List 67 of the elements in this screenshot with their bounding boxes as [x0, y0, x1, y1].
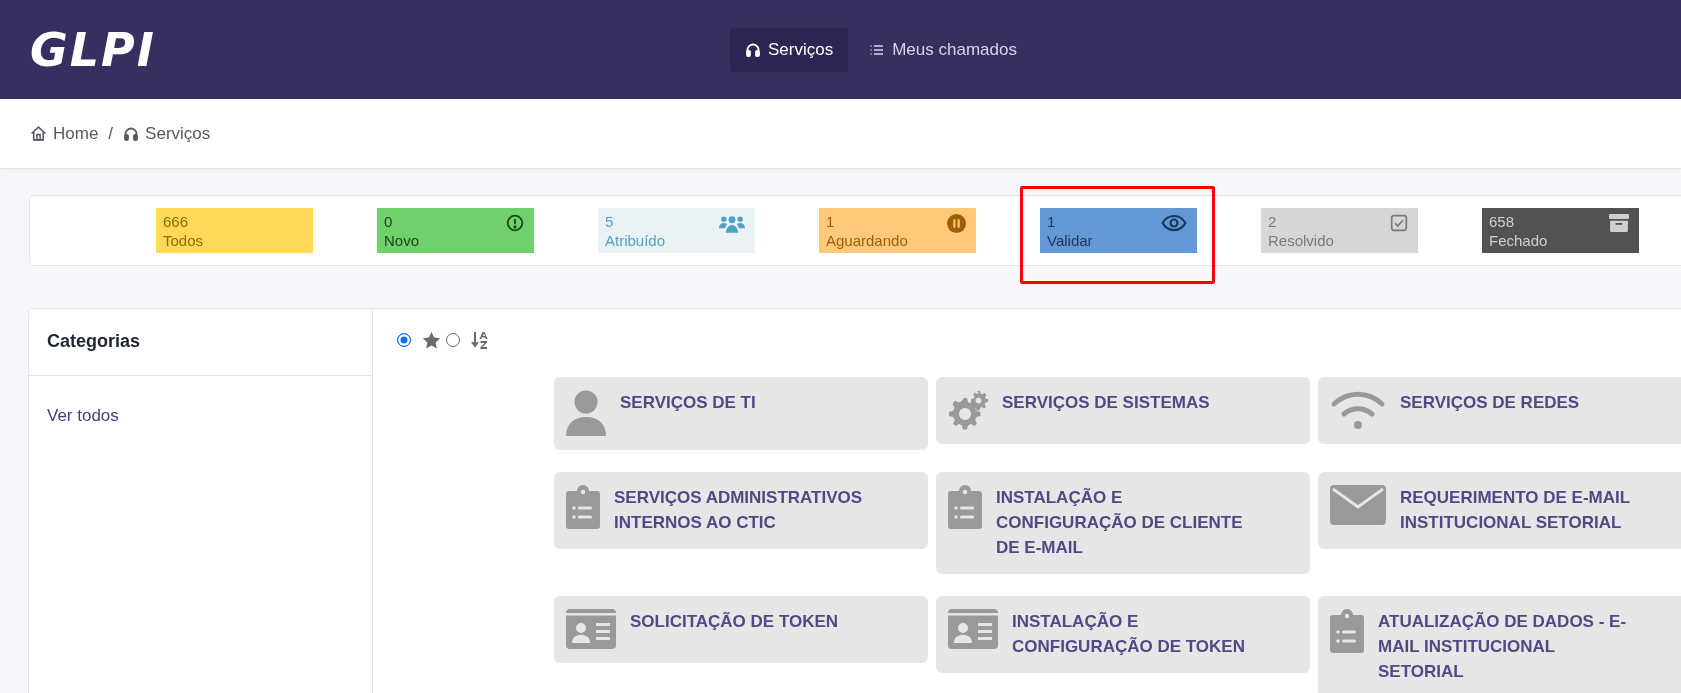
- sort-alpha-icon: [471, 331, 489, 349]
- pause-icon: [947, 214, 966, 233]
- wifi-icon: [1330, 390, 1386, 430]
- clipboard-list-icon: [566, 485, 600, 529]
- counter-label: Aguardando: [826, 231, 908, 250]
- status-counter[interactable]: 1 Validar: [1040, 208, 1197, 253]
- status-counter[interactable]: 666 Todos: [156, 208, 313, 253]
- counter-value: 658: [1489, 212, 1515, 231]
- star-icon: [422, 330, 441, 350]
- users-icon: [719, 214, 745, 234]
- service-tile[interactable]: SERVIÇOS DE TI: [554, 377, 928, 450]
- counter-label: Validar: [1047, 231, 1093, 250]
- counter-label: Novo: [384, 231, 420, 250]
- id-card-icon: [566, 609, 616, 649]
- service-tile[interactable]: SERVIÇOS DE REDES: [1318, 377, 1681, 444]
- clipboard-list-icon: [1330, 609, 1364, 653]
- breadcrumb-separator: /: [108, 123, 114, 144]
- headset-icon: [745, 41, 761, 58]
- service-tile[interactable]: SERVIÇOS ADMINISTRATIVOS INTERNOS AO CTIC: [554, 472, 928, 549]
- counter-label: Atribuído: [605, 231, 666, 250]
- nav-tab[interactable]: Meus chamados: [854, 27, 1032, 72]
- service-title: REQUERIMENTO DE E-MAIL INSTITUCIONAL SETORIAL: [1400, 487, 1631, 534]
- gears-icon: [948, 390, 988, 430]
- logo[interactable]: GLPI: [30, 22, 170, 77]
- counter-value: 0: [384, 212, 393, 231]
- counter-label: Resolvido: [1268, 231, 1334, 250]
- counter-value: 666: [163, 212, 189, 231]
- status-counter[interactable]: 658 Fechado: [1482, 208, 1639, 253]
- nav-tab[interactable]: Serviços: [730, 27, 849, 72]
- headset-icon: [123, 125, 140, 142]
- counter-label: Fechado: [1489, 231, 1548, 250]
- envelope-icon: [1330, 485, 1386, 525]
- category-link[interactable]: Ver todos: [47, 406, 119, 426]
- counter-value: 1: [1047, 212, 1056, 231]
- home-icon: [30, 125, 47, 142]
- clipboard-list-icon: [948, 485, 982, 529]
- id-card-icon: [948, 609, 998, 649]
- service-title: SOLICITAÇÃO DE TOKEN: [630, 611, 839, 633]
- service-title: SERVIÇOS DE SISTEMAS: [1002, 392, 1210, 414]
- radio-button[interactable]: [446, 333, 460, 347]
- status-counter[interactable]: 0 Novo: [377, 208, 534, 253]
- archive-icon: [1609, 214, 1629, 232]
- counter-value: 5: [605, 212, 614, 231]
- service-tile[interactable]: REQUERIMENTO DE E-MAIL INSTITUCIONAL SETORIAL: [1318, 472, 1681, 549]
- radio-button[interactable]: [397, 333, 411, 347]
- counter-value: 2: [1268, 212, 1277, 231]
- service-title: SERVIÇOS DE TI: [620, 392, 756, 414]
- service-tile[interactable]: SOLICITAÇÃO DE TOKEN: [554, 596, 928, 663]
- service-title: INSTALAÇÃO E CONFIGURAÇÃO DE TOKEN: [1012, 611, 1246, 658]
- service-tile[interactable]: INSTALAÇÃO E CONFIGURAÇÃO DE TOKEN: [936, 596, 1310, 673]
- counter-label: Todos: [163, 231, 204, 250]
- service-tile[interactable]: ATUALIZAÇÃO DE DADOS - E-MAIL INSTITUCIONAL SETORIAL: [1318, 596, 1681, 693]
- counter-value: 1: [826, 212, 835, 231]
- service-tile[interactable]: SERVIÇOS DE SISTEMAS: [936, 377, 1310, 444]
- service-title: SERVIÇOS DE REDES: [1400, 392, 1580, 414]
- service-title: INSTALAÇÃO E CONFIGURAÇÃO DE CLIENTE DE E-MAIL: [996, 487, 1244, 559]
- eye-icon: [1161, 214, 1187, 232]
- breadcrumb-link[interactable]: Serviços: [123, 123, 211, 144]
- checkbox-icon: [1390, 214, 1408, 232]
- exclamation-circle-icon: [506, 214, 524, 232]
- panel-title: Categorias: [29, 309, 372, 376]
- status-counter[interactable]: 1 Aguardando: [819, 208, 976, 253]
- breadcrumb-link[interactable]: Home: [30, 123, 99, 144]
- service-tile[interactable]: INSTALAÇÃO E CONFIGURAÇÃO DE CLIENTE DE E-MAIL: [936, 472, 1310, 574]
- person-icon: [566, 390, 606, 436]
- service-title: ATUALIZAÇÃO DE DADOS - E-MAIL INSTITUCIONAL SETORIAL: [1378, 611, 1628, 683]
- service-title: SERVIÇOS ADMINISTRATIVOS INTERNOS AO CTIC: [614, 487, 864, 534]
